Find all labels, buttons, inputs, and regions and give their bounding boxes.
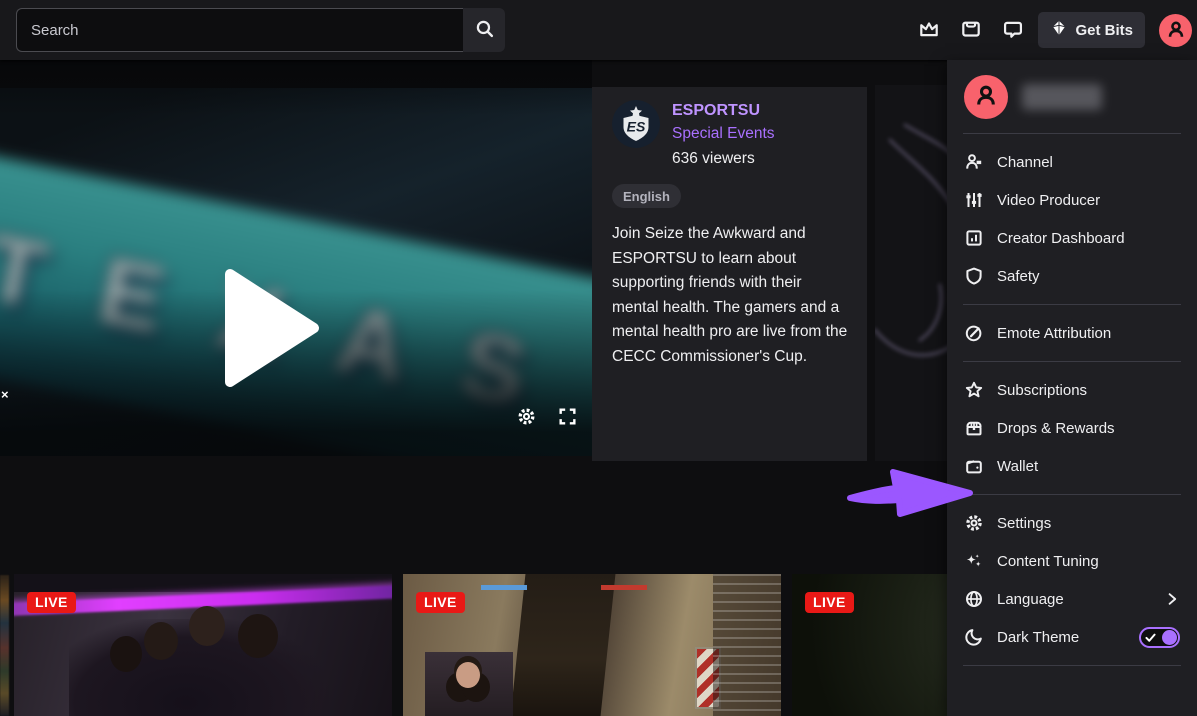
search-input[interactable] [16,8,463,52]
player-controls [516,406,578,432]
svg-text:ES: ES [627,119,646,135]
globe-icon [964,589,984,609]
menu-item-video-producer[interactable]: Video Producer [947,181,1197,219]
user-menu-header [947,60,1197,133]
menu-item-content-tuning[interactable]: Content Tuning [947,542,1197,580]
hud-health-bar-blue [481,585,527,590]
play-button[interactable] [224,268,320,393]
menu-avatar[interactable] [964,75,1008,119]
streamer-face-art [456,662,480,688]
sliders-icon [964,190,984,210]
menu-item-emote-attribution[interactable]: Emote Attribution [947,314,1197,352]
live-badge: LIVE [416,592,465,613]
check-icon [1144,631,1157,644]
live-thumbnail-esports-stage[interactable]: LIVE [14,574,392,716]
annotation-arrow [844,462,978,522]
twitch-home-screen: Get Bits TEXAS × [0,0,1197,716]
menu-item-channel[interactable]: Channel [947,143,1197,181]
menu-divider [963,665,1181,666]
partial-thumbnail-edge [0,575,9,716]
settings-gear-icon[interactable] [516,406,537,432]
get-bits-button[interactable]: Get Bits [1038,12,1145,48]
hud-health-bar-red [601,585,647,590]
live-badge: LIVE [27,592,76,613]
menu-item-wallet[interactable]: Wallet [947,447,1197,485]
emote-pen-icon [964,323,984,343]
bits-gem-icon [1050,19,1068,41]
inbox-button[interactable] [954,13,988,47]
toggle-knob [1162,630,1177,645]
whispers-icon [1002,18,1024,43]
language-tag[interactable]: English [612,184,681,208]
sparkles-icon [964,551,984,571]
facecam-box [425,652,513,716]
category-link[interactable]: Special Events [672,122,775,146]
top-nav-bar: Get Bits [0,0,1197,60]
dark-theme-toggle[interactable] [1139,627,1180,648]
activity-crown-button[interactable] [912,13,946,47]
channel-name-link[interactable]: ESPORTSU [672,100,775,122]
search-icon [474,18,495,42]
chevron-right-icon [1164,591,1180,607]
menu-item-creator-dashboard[interactable]: Creator Dashboard [947,219,1197,257]
menu-item-dark-theme[interactable]: Dark Theme [947,618,1197,656]
profile-avatar-button[interactable] [1159,14,1192,47]
stream-description: Join Seize the Awkward and ESPORTSU to l… [612,222,852,369]
user-avatar-icon [1165,18,1187,43]
player-close-icon[interactable]: × [1,388,9,401]
inbox-icon [960,18,982,43]
dashboard-chart-icon [964,228,984,248]
blurred-username [1022,84,1102,110]
star-icon [964,380,984,400]
live-thumbnail-fps-game[interactable]: LIVE [403,574,781,716]
menu-item-drops-rewards[interactable]: Drops & Rewards [947,409,1197,447]
live-badge: LIVE [805,592,854,613]
menu-item-safety[interactable]: Safety [947,257,1197,295]
crown-icon [918,18,940,43]
shield-icon [964,266,984,286]
player-gradient-shade [0,60,592,456]
search-button[interactable] [463,8,505,52]
game-wall-art [511,574,616,716]
chat-overlay-art [713,574,781,716]
esportsu-logo[interactable]: ES [612,100,660,148]
menu-item-settings[interactable]: Settings [947,504,1197,542]
moon-icon [964,627,984,647]
treasure-chest-icon [964,418,984,438]
user-avatar-icon [972,81,1000,114]
whispers-button[interactable] [996,13,1030,47]
fullscreen-icon[interactable] [557,406,578,432]
viewer-count: 636 viewers [672,146,775,171]
stream-info-card: ES ESPORTSU Special Events 636 viewers E… [592,87,867,461]
user-badge-icon [964,152,984,172]
menu-item-language[interactable]: Language [947,580,1197,618]
user-dropdown-menu: Channel Video Producer Creator Dashboard… [947,60,1197,716]
search-bar [16,8,505,52]
featured-stream-player[interactable]: TEXAS × [0,60,592,456]
menu-item-subscriptions[interactable]: Subscriptions [947,371,1197,409]
next-carousel-thumbnail[interactable] [875,85,947,461]
topbar-actions: Get Bits [912,0,1192,60]
get-bits-label: Get Bits [1075,22,1133,39]
